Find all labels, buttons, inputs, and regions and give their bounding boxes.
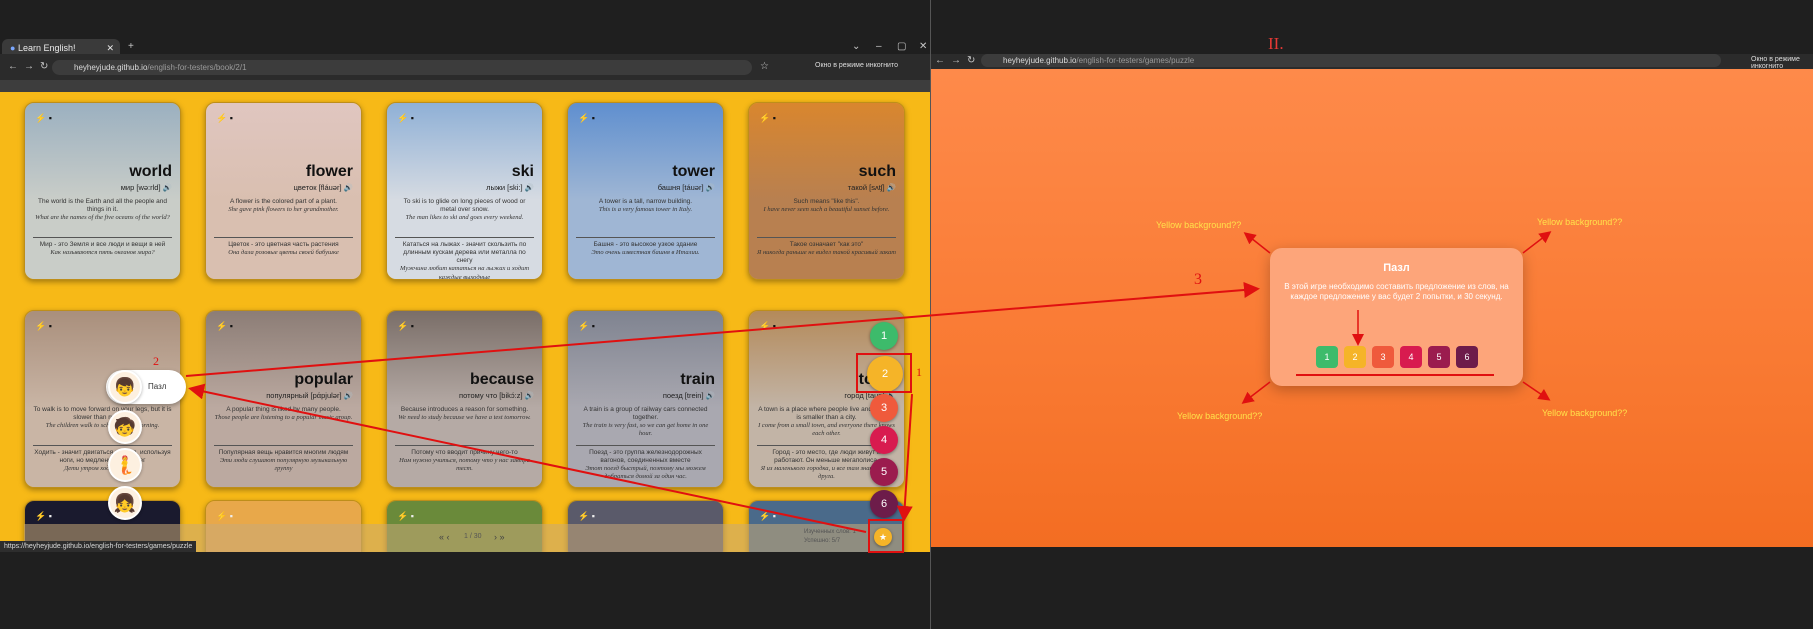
arrow-down-to-star: [896, 393, 913, 522]
arrow-star-to-menu: [188, 383, 867, 533]
arrow-to-modal: [185, 281, 1260, 377]
arrow-tl: [1243, 232, 1271, 254]
annotation-arrows: [185, 231, 1552, 533]
arrow-br: [1522, 381, 1551, 401]
arrow-bl: [1241, 381, 1271, 404]
arrow-tr: [1522, 231, 1552, 254]
